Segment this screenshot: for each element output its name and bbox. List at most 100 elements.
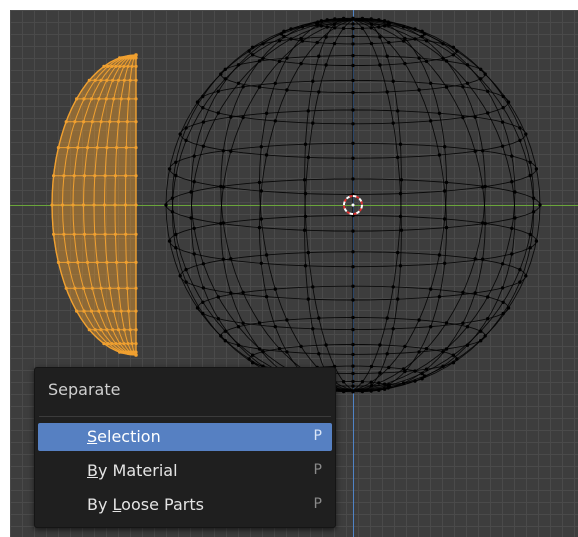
sphere-vertex xyxy=(420,29,424,33)
sphere-vertex xyxy=(531,196,536,200)
sphere-vertex xyxy=(351,53,355,58)
hemisphere-vertex xyxy=(92,203,96,207)
sphere-vertex xyxy=(486,295,490,299)
hemisphere-vertex xyxy=(106,342,110,346)
sphere-vertex xyxy=(429,325,433,329)
sphere-vertex xyxy=(506,306,511,310)
sphere-vertex xyxy=(385,352,389,356)
sphere-vertex xyxy=(306,109,310,113)
sphere-vertex xyxy=(351,327,355,332)
sphere-vertex xyxy=(524,274,528,278)
sphere-vertex xyxy=(465,63,470,67)
sphere-vertex xyxy=(317,352,321,356)
hemisphere-vertex xyxy=(60,203,65,207)
sphere-vertex xyxy=(261,56,265,60)
hemisphere-vertex xyxy=(114,64,118,68)
hemisphere-vertex xyxy=(130,342,134,346)
sphere-vertex xyxy=(285,56,289,60)
sphere-meridian xyxy=(352,19,535,391)
sphere-vertex xyxy=(369,26,373,30)
sphere-vertex xyxy=(399,178,404,182)
sphere-vertex xyxy=(481,185,485,189)
menu-item-selection[interactable]: Selection P xyxy=(38,423,332,451)
sphere-vertex xyxy=(170,196,175,200)
hemisphere-vertex xyxy=(122,78,126,82)
sphere-vertex xyxy=(424,367,429,371)
hemisphere-vertex xyxy=(111,328,115,332)
sphere-vertex xyxy=(192,154,196,158)
sphere-vertex xyxy=(420,371,424,376)
sphere-vertex xyxy=(201,106,205,110)
sphere-vertex xyxy=(223,329,227,333)
sphere-vertex xyxy=(451,353,456,357)
sphere-meridian xyxy=(352,19,402,393)
sphere-vertex xyxy=(413,37,417,41)
sphere-vertex xyxy=(382,382,387,386)
sphere-vertex xyxy=(417,56,421,60)
sphere-vertex xyxy=(289,27,293,31)
sphere-vertex xyxy=(437,295,442,299)
sphere-vertex xyxy=(429,119,433,123)
sphere-vertex xyxy=(351,298,355,302)
sphere-vertex xyxy=(201,286,206,290)
hemisphere-vertex xyxy=(105,78,109,82)
sphere-vertex xyxy=(219,72,223,76)
hemisphere-vertex xyxy=(119,309,123,313)
sphere-vertex xyxy=(219,221,223,226)
sphere-vertex xyxy=(528,160,532,164)
sphere-vertex xyxy=(534,239,539,243)
sphere-vertex xyxy=(282,34,286,39)
sphere-vertex xyxy=(538,203,542,207)
hemisphere-vertex xyxy=(95,260,99,264)
hemisphere-vertex xyxy=(76,260,80,264)
hemisphere-vertex xyxy=(56,146,61,150)
hemisphere-vertex xyxy=(105,146,109,150)
sphere-vertex xyxy=(369,384,374,388)
sphere-meridian xyxy=(352,18,486,391)
sphere-vertex xyxy=(247,357,251,361)
sphere-vertex xyxy=(311,285,315,289)
sphere-vertex xyxy=(216,317,220,321)
sphere-vertex xyxy=(303,142,308,146)
sphere-vertex xyxy=(195,100,200,104)
sphere-vertex xyxy=(377,381,381,385)
sphere-vertex xyxy=(189,190,193,194)
sphere-vertex xyxy=(229,115,233,119)
hemisphere-vertex xyxy=(112,97,116,101)
hemisphere-vertex xyxy=(134,78,138,82)
sphere-vertex xyxy=(443,189,447,193)
hemisphere-vertex xyxy=(105,260,109,264)
sphere-vertex xyxy=(385,54,389,58)
sphere-vertex xyxy=(377,18,381,22)
sphere-vertex xyxy=(236,343,241,347)
sphere-vertex xyxy=(300,39,305,43)
sphere-vertex xyxy=(483,221,487,226)
hemisphere-vertex xyxy=(126,342,130,346)
sphere-vertex xyxy=(451,361,456,365)
sphere-vertex xyxy=(377,388,381,392)
sphere-vertex xyxy=(479,339,483,343)
menu-item-by-loose-parts[interactable]: By Loose Parts P xyxy=(38,491,332,519)
menu-item-by-material[interactable]: By Material P xyxy=(38,457,332,485)
shortcut-hint: P xyxy=(313,462,322,478)
sphere-vertex xyxy=(341,380,346,384)
hemisphere-vertex xyxy=(134,309,138,313)
sphere-vertex xyxy=(273,119,277,123)
hemisphere-vertex xyxy=(128,328,132,332)
sphere-vertex xyxy=(306,297,310,301)
hemisphere-vertex xyxy=(82,120,86,124)
sphere-vertex xyxy=(441,42,445,46)
sphere-vertex xyxy=(403,344,407,349)
sphere-vertex xyxy=(189,216,193,220)
hemisphere-vertex xyxy=(128,78,132,82)
sphere-meridian xyxy=(220,19,354,392)
sphere-vertex xyxy=(261,350,265,354)
hemisphere-vertex xyxy=(82,174,87,178)
sphere-meridian xyxy=(352,19,486,392)
selected-hemisphere-mesh[interactable] xyxy=(50,53,138,357)
hemisphere-vertex xyxy=(116,328,121,332)
sphere-vertex xyxy=(437,111,442,116)
sphere-vertex xyxy=(441,350,445,354)
sphere-vertex xyxy=(184,126,188,130)
sphere-vertex xyxy=(273,287,277,291)
